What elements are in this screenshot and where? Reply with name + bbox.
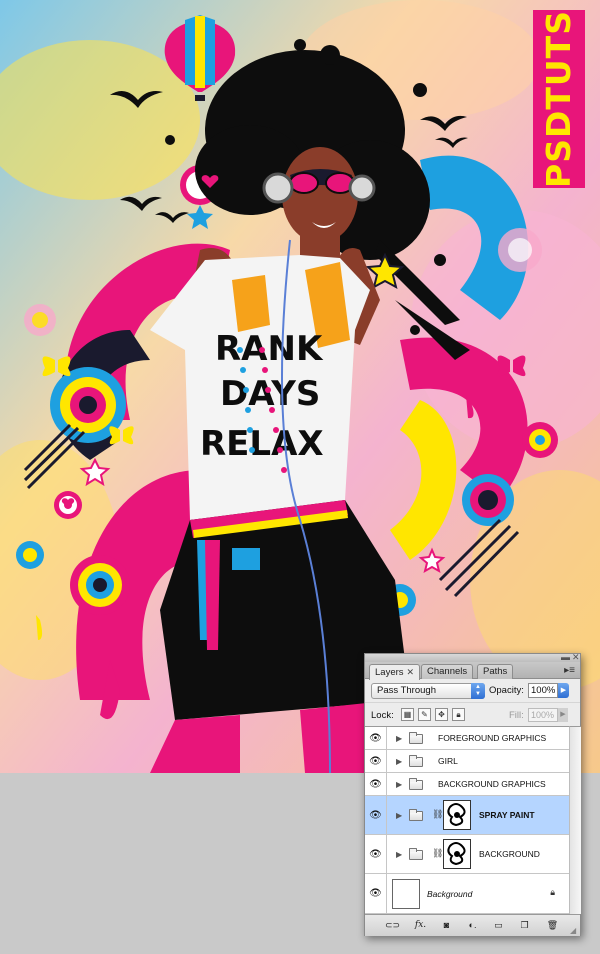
brand-badge: PSDTUTS [533, 10, 585, 188]
link-icon[interactable]: ⊂⊃ [385, 919, 400, 932]
disclosure-triangle-icon[interactable]: ▶ [396, 811, 402, 820]
group-folder-icon [409, 809, 423, 821]
select-arrows-icon: ▲ ▼ [471, 683, 485, 699]
visibility-eye-icon[interactable]: 👁︎ [365, 773, 387, 795]
disclosure-triangle-icon[interactable]: ▶ [396, 780, 402, 789]
fill-input[interactable]: 100% [528, 708, 558, 722]
screenshot-stage: RANK DAYS RELAX PSDTUTS ▬ ✕ Layers ✕ Cha… [0, 0, 600, 954]
opacity-slider-toggle[interactable]: ▶ [558, 683, 569, 698]
shirt-text-line-1: RANK [215, 329, 324, 369]
layers-scrollbar[interactable] [569, 726, 581, 914]
layer-lock-icon: 🔒︎ [550, 887, 555, 897]
collapse-panel-icon[interactable]: ▬ [561, 652, 570, 662]
layers-panel: ▬ ✕ Layers ✕ Channels Paths ▸≡ Pass Throu… [364, 652, 581, 936]
panel-title-bar[interactable]: ▬ ✕ [365, 652, 580, 662]
disclosure-triangle-icon[interactable]: ▶ [396, 734, 402, 743]
tab-channels[interactable]: Channels [421, 664, 474, 679]
tab-channels-label: Channels [427, 666, 468, 677]
trash-icon[interactable]: 🗑︎ [545, 919, 560, 932]
visibility-eye-icon[interactable]: 👁︎ [365, 835, 387, 873]
resize-grip-icon[interactable]: ◢ [570, 926, 579, 935]
layers-list: 👁︎ ▶ FOREGROUND GRAPHICS 👁︎ ▶ GIRL 👁︎ ▶ … [365, 726, 569, 914]
blend-row: Pass Through ▲ ▼ Opacity: 100% ▶ [365, 680, 580, 702]
group-folder-icon [409, 848, 423, 860]
mask-link-icon[interactable]: ⛓︎ [432, 809, 443, 820]
fill-slider-toggle[interactable]: ▶ [558, 708, 568, 722]
blend-mode-value: Pass Through [377, 685, 436, 696]
disclosure-triangle-icon[interactable]: ▶ [396, 757, 402, 766]
lock-label: Lock: [371, 710, 394, 721]
lock-row: Lock: ▦ ✎ ✥ 🔒︎ Fill: 100% ▶ [365, 702, 580, 726]
fx-icon[interactable]: fx. [413, 919, 428, 932]
layer-name: BACKGROUND GRAPHICS [438, 779, 546, 789]
layer-name: SPRAY PAINT [479, 810, 535, 820]
fill-label: Fill: [509, 710, 524, 721]
layer-row-girl[interactable]: 👁︎ ▶ GIRL [365, 750, 569, 773]
layer-row-background-group[interactable]: 👁︎ ▶ ⛓︎ BACKGROUND [365, 835, 569, 874]
lock-transparent-pixels-icon[interactable]: ▦ [401, 708, 414, 721]
layer-mask-icon[interactable]: ◙ [439, 919, 454, 932]
layer-row-background-locked[interactable]: 👁︎ Background 🔒︎ [365, 874, 569, 914]
adjustment-layer-icon[interactable]: ◐. [465, 919, 480, 932]
layer-row-spray-paint[interactable]: 👁︎ ▶ ⛓︎ SPRAY PAINT [365, 796, 569, 835]
lock-image-pixels-icon[interactable]: ✎ [418, 708, 431, 721]
layer-row-foreground-graphics[interactable]: 👁︎ ▶ FOREGROUND GRAPHICS [365, 727, 569, 750]
layer-name: Background [427, 889, 473, 899]
layer-mask-thumbnail[interactable] [443, 800, 471, 830]
shirt-text-line-3: RELAX [200, 424, 324, 464]
panel-menu-icon[interactable]: ▸≡ [564, 665, 575, 676]
group-folder-icon [409, 778, 423, 790]
layer-mask-thumbnail[interactable] [443, 839, 471, 869]
panel-tabbar: Layers ✕ Channels Paths ▸≡ [365, 662, 580, 680]
layer-thumbnail [392, 879, 420, 909]
tab-layers-label: Layers [375, 667, 404, 678]
close-panel-icon[interactable]: ✕ [572, 652, 580, 662]
visibility-eye-icon[interactable]: 👁︎ [365, 796, 387, 834]
tab-paths[interactable]: Paths [477, 664, 514, 679]
layer-name: GIRL [438, 756, 458, 766]
layer-name: FOREGROUND GRAPHICS [438, 733, 547, 743]
new-layer-icon[interactable]: ❐ [517, 919, 532, 932]
group-folder-icon [409, 732, 423, 744]
visibility-eye-icon[interactable]: 👁︎ [365, 727, 387, 749]
blend-mode-select[interactable]: Pass Through ▲ ▼ [371, 683, 485, 699]
visibility-eye-icon[interactable]: 👁︎ [365, 750, 387, 772]
close-tab-icon[interactable]: ✕ [407, 667, 415, 677]
layer-name: BACKGROUND [479, 849, 540, 859]
lock-all-icon[interactable]: 🔒︎ [452, 708, 465, 721]
layer-row-background-graphics[interactable]: 👁︎ ▶ BACKGROUND GRAPHICS [365, 773, 569, 796]
panel-bottom-toolbar: ⊂⊃ fx. ◙ ◐. ▭ ❐ 🗑︎ ◢ [365, 914, 580, 936]
opacity-label: Opacity: [489, 685, 524, 696]
mask-link-icon[interactable]: ⛓︎ [432, 848, 443, 859]
brand-logo-text: PSDTUTS [539, 10, 578, 188]
tab-layers[interactable]: Layers ✕ [369, 664, 421, 680]
group-folder-icon [409, 755, 423, 767]
visibility-eye-icon[interactable]: 👁︎ [365, 874, 387, 913]
tab-paths-label: Paths [483, 666, 508, 677]
new-group-icon[interactable]: ▭ [491, 919, 506, 932]
disclosure-triangle-icon[interactable]: ▶ [396, 850, 402, 859]
lock-position-icon[interactable]: ✥ [435, 708, 448, 721]
opacity-input[interactable]: 100% [528, 683, 558, 698]
